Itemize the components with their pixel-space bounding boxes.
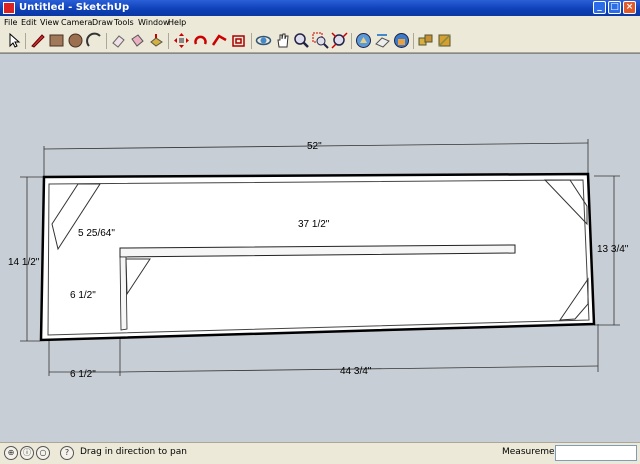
menu-view[interactable]: View	[40, 16, 59, 29]
circle-icon[interactable]	[67, 32, 84, 49]
dim-shelf-height: 6 1/2"	[70, 290, 96, 301]
minimize-button[interactable]: _	[593, 1, 606, 14]
front-view-icon[interactable]	[393, 32, 410, 49]
window-title: Untitled - SketchUp	[19, 2, 130, 13]
toolbar-separator	[25, 33, 26, 49]
toolbar-separator	[413, 33, 414, 49]
iso-view-icon[interactable]	[355, 32, 372, 49]
menu-tools[interactable]: Tools	[114, 16, 134, 29]
eraser-icon[interactable]	[110, 32, 127, 49]
menu-bar: File Edit View Camera Draw Tools Window …	[0, 16, 640, 29]
dim-left-height: 14 1/2"	[8, 257, 40, 268]
menu-edit[interactable]: Edit	[21, 16, 37, 29]
dim-diagonal: 5 25/64"	[78, 228, 115, 239]
orbit-icon[interactable]	[255, 32, 272, 49]
toolbar-separator	[251, 33, 252, 49]
pan-icon[interactable]	[274, 32, 291, 49]
user-icon[interactable]: ○	[36, 446, 50, 460]
dim-overall-width: 52"	[307, 141, 322, 152]
arc-icon[interactable]	[86, 32, 103, 49]
measurements-input[interactable]	[555, 445, 637, 461]
follow-me-icon[interactable]	[211, 32, 228, 49]
push-pull-icon[interactable]	[148, 32, 165, 49]
dim-bottom-right: 44 3/4"	[340, 366, 372, 377]
top-view-icon[interactable]	[374, 32, 391, 49]
drawing-canvas[interactable]: 52" 37 1/2" 5 25/64" 14 1/2" 13 3/4" 6 1…	[0, 54, 640, 443]
maximize-button[interactable]: □	[608, 1, 621, 14]
menu-draw[interactable]: Draw	[92, 16, 113, 29]
toolbar-separator	[106, 33, 107, 49]
menu-window[interactable]: Window	[138, 16, 170, 29]
dim-right-height: 13 3/4"	[597, 244, 629, 255]
select-icon[interactable]	[6, 32, 23, 49]
menu-help[interactable]: Help	[168, 16, 186, 29]
title-bar: Untitled - SketchUp _ □ ×	[0, 0, 640, 16]
offset-icon[interactable]	[230, 32, 247, 49]
menu-file[interactable]: File	[4, 16, 17, 29]
zoom-window-icon[interactable]	[312, 32, 329, 49]
toolbar-separator	[351, 33, 352, 49]
rotate-icon[interactable]	[192, 32, 209, 49]
paint-bucket-icon[interactable]	[129, 32, 146, 49]
drawing-viewport[interactable]: 52" 37 1/2" 5 25/64" 14 1/2" 13 3/4" 6 1…	[0, 53, 640, 442]
menu-camera[interactable]: Camera	[61, 16, 92, 29]
sketchup-app-icon	[3, 2, 15, 14]
dim-inner-width: 37 1/2"	[298, 219, 330, 230]
move-icon[interactable]	[173, 32, 190, 49]
cabinet-model[interactable]	[39, 172, 596, 342]
toolbar-separator	[168, 33, 169, 49]
close-button[interactable]: ×	[623, 1, 636, 14]
help-icon[interactable]: ?	[60, 446, 74, 460]
status-bar: ⊕ ⓘ ○ ? Drag in direction to pan Measure…	[0, 442, 640, 464]
dim-bottom-left: 6 1/2"	[70, 369, 96, 380]
credits-icon[interactable]: ⓘ	[20, 446, 34, 460]
components-icon[interactable]	[417, 32, 434, 49]
zoom-extents-icon[interactable]	[331, 32, 348, 49]
status-hint: Drag in direction to pan	[80, 447, 187, 457]
materials-icon[interactable]	[436, 32, 453, 49]
zoom-icon[interactable]	[293, 32, 310, 49]
pencil-icon[interactable]	[29, 32, 46, 49]
rectangle-icon[interactable]	[48, 32, 65, 49]
toolbar	[0, 29, 640, 53]
geo-location-icon[interactable]: ⊕	[4, 446, 18, 460]
